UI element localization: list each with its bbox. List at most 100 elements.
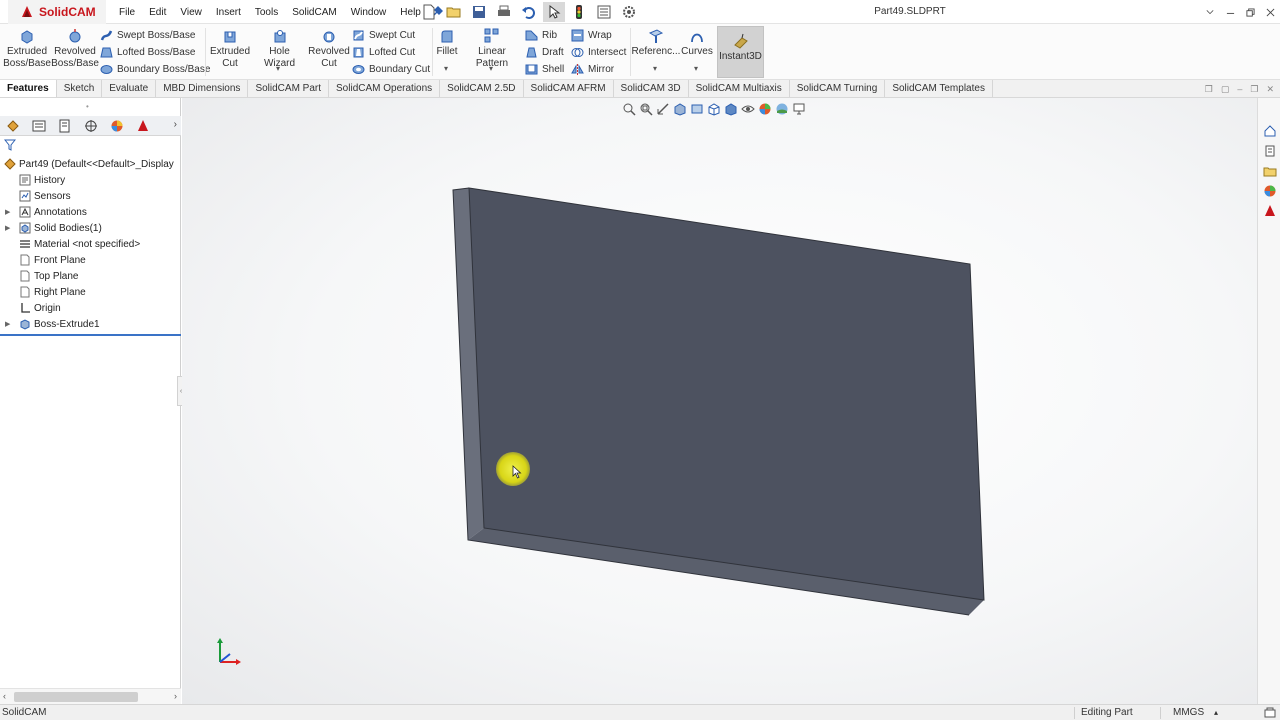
tree-item-material[interactable]: Material <not specified> — [0, 236, 181, 252]
tab-solidcam-afrm[interactable]: SolidCAM AFRM — [524, 80, 614, 97]
doc-minimize-icon[interactable]: – — [1237, 84, 1242, 94]
revolved-boss-base-button[interactable]: Revolved Boss/Base — [51, 28, 99, 70]
file-properties-button[interactable] — [593, 2, 615, 22]
hole-wizard-dropdown[interactable]: ▾ — [276, 64, 280, 73]
undo-button[interactable] — [518, 2, 540, 22]
feature-manager-tab[interactable] — [0, 116, 26, 136]
lofted-boss-base-button[interactable]: Lofted Boss/Base — [100, 44, 195, 60]
horizontal-scrollbar[interactable]: ‹ › — [0, 688, 181, 704]
app-logo[interactable]: SolidCAM — [8, 0, 106, 24]
file-explorer-button[interactable] — [1261, 162, 1278, 179]
minimize-window-button[interactable] — [1220, 0, 1240, 24]
tab-mbd-dimensions[interactable]: MBD Dimensions — [156, 80, 249, 97]
appearances-button[interactable] — [1261, 182, 1278, 199]
revolved-cut-button[interactable]: Revolved Cut — [308, 28, 350, 70]
linear-pattern-dropdown[interactable]: ▾ — [489, 64, 493, 73]
tree-item-boss-extrude1[interactable]: ▶ Boss-Extrude1 — [0, 316, 181, 332]
select-button[interactable] — [543, 2, 565, 22]
save-button[interactable] — [468, 2, 490, 22]
solidcam-manager-tab[interactable] — [130, 116, 156, 136]
curves-button[interactable]: Curves — [681, 28, 713, 58]
tree-item-annotations[interactable]: ▶ Annotations — [0, 204, 181, 220]
tab-evaluate[interactable]: Evaluate — [102, 80, 157, 97]
extruded-boss-base-button[interactable]: Extruded Boss/Base — [3, 28, 51, 70]
restore-window-button[interactable] — [1240, 0, 1260, 24]
reference-geometry-button[interactable]: Referenc... — [632, 28, 680, 58]
boundary-boss-base-button[interactable]: Boundary Boss/Base — [100, 61, 210, 77]
scroll-right-icon[interactable]: › — [174, 691, 177, 701]
tab-sketch[interactable]: Sketch — [57, 80, 103, 97]
doc-close-icon[interactable]: ✕ — [1266, 84, 1274, 95]
tree-item-history[interactable]: History — [0, 172, 181, 188]
solidcam-task-button[interactable] — [1261, 202, 1278, 219]
menu-edit[interactable]: Edit — [142, 7, 173, 18]
tab-solidcam-part[interactable]: SolidCAM Part — [248, 80, 330, 97]
tile-icon[interactable]: ❐ — [1205, 84, 1213, 95]
customize-status-icon[interactable] — [1264, 707, 1276, 719]
filter-icon[interactable] — [4, 139, 16, 151]
panel-grip-icon[interactable]: • — [86, 102, 89, 111]
instant3d-button[interactable]: Instant3D — [717, 26, 764, 78]
design-library-button[interactable] — [1261, 142, 1278, 159]
expand-arrow-icon[interactable]: ▶ — [5, 224, 10, 232]
rebuild-button[interactable] — [568, 2, 590, 22]
tree-item-front-plane[interactable]: Front Plane — [0, 252, 181, 268]
mirror-button[interactable]: Mirror — [571, 61, 614, 77]
rollback-bar[interactable] — [0, 334, 181, 336]
shell-button[interactable]: Shell — [525, 61, 564, 77]
print-button[interactable] — [493, 2, 515, 22]
graphics-area[interactable] — [182, 98, 1257, 704]
tree-item-right-plane[interactable]: Right Plane — [0, 284, 181, 300]
swept-boss-base-button[interactable]: Swept Boss/Base — [100, 27, 195, 43]
expand-arrow-icon[interactable]: ▶ — [5, 320, 10, 328]
rib-button[interactable]: Rib — [525, 27, 557, 43]
swept-cut-button[interactable]: Swept Cut — [352, 27, 415, 43]
tab-features[interactable]: Features — [0, 80, 57, 97]
options-button[interactable] — [618, 2, 640, 22]
tree-item-top-plane[interactable]: Top Plane — [0, 268, 181, 284]
tab-solidcam-turning[interactable]: SolidCAM Turning — [790, 80, 886, 97]
menu-tools[interactable]: Tools — [248, 7, 285, 18]
property-manager-tab[interactable] — [26, 116, 52, 136]
tab-solidcam-templates[interactable]: SolidCAM Templates — [885, 80, 993, 97]
boundary-cut-button[interactable]: Boundary Cut — [352, 61, 430, 77]
fillet-dropdown[interactable]: ▾ — [444, 64, 448, 73]
curves-dropdown[interactable]: ▾ — [694, 64, 698, 73]
menu-file[interactable]: File — [112, 7, 142, 18]
tab-solidcam-operations[interactable]: SolidCAM Operations — [329, 80, 441, 97]
menu-window[interactable]: Window — [344, 7, 394, 18]
tree-item-sensors[interactable]: Sensors — [0, 188, 181, 204]
unit-system-selector[interactable]: MMGS — [1173, 707, 1204, 718]
tree-item-solid-bodies[interactable]: ▶ Solid Bodies(1) — [0, 220, 181, 236]
dimxpert-manager-tab[interactable] — [78, 116, 104, 136]
tab-solidcam-2-5d[interactable]: SolidCAM 2.5D — [440, 80, 524, 97]
doc-restore-icon[interactable]: ❐ — [1250, 84, 1258, 95]
tab-solidcam-3d[interactable]: SolidCAM 3D — [614, 80, 689, 97]
solidworks-resources-button[interactable] — [1261, 122, 1278, 139]
display-manager-tab[interactable] — [104, 116, 130, 136]
expand-arrow-icon[interactable]: ▶ — [5, 208, 10, 216]
menu-solidcam[interactable]: SolidCAM — [285, 7, 343, 18]
intersect-button[interactable]: Intersect — [571, 44, 626, 60]
close-window-button[interactable] — [1260, 0, 1280, 24]
help-search-button[interactable] — [1200, 0, 1220, 24]
lofted-cut-button[interactable]: Lofted Cut — [352, 44, 415, 60]
scroll-left-icon[interactable]: ‹ — [3, 691, 6, 701]
fillet-button[interactable]: Fillet — [435, 28, 459, 58]
chevron-right-icon[interactable]: › — [174, 119, 177, 130]
extruded-cut-button[interactable]: Extruded Cut — [210, 28, 250, 70]
menu-view[interactable]: View — [173, 7, 209, 18]
open-document-button[interactable] — [443, 2, 465, 22]
menu-insert[interactable]: Insert — [209, 7, 248, 18]
tab-solidcam-multiaxis[interactable]: SolidCAM Multiaxis — [689, 80, 790, 97]
reference-geometry-dropdown[interactable]: ▾ — [653, 64, 657, 73]
scrollbar-thumb[interactable] — [14, 692, 138, 702]
part-model-3d[interactable] — [182, 98, 1257, 704]
tree-root-part[interactable]: Part49 (Default<<Default>_Display — [0, 156, 181, 172]
new-document-button[interactable] — [418, 2, 440, 22]
wrap-button[interactable]: Wrap — [571, 27, 612, 43]
configuration-manager-tab[interactable] — [52, 116, 78, 136]
caret-up-icon[interactable]: ▴ — [1214, 708, 1218, 717]
new-window-icon[interactable]: ▢ — [1221, 84, 1230, 95]
tree-item-origin[interactable]: Origin — [0, 300, 181, 316]
